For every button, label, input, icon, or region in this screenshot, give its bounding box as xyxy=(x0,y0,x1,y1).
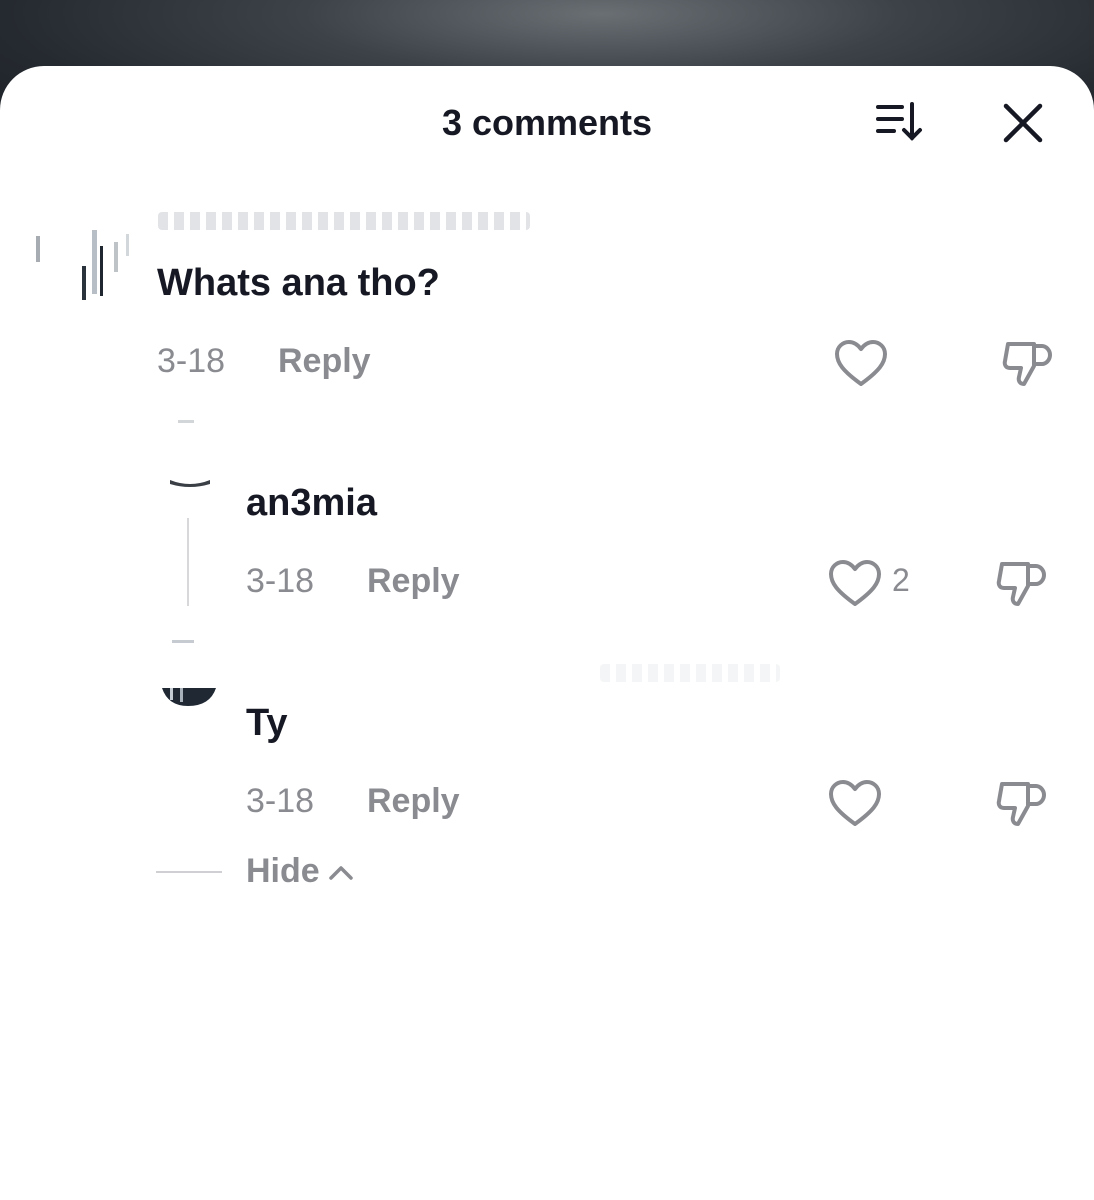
heart-icon xyxy=(829,560,881,606)
reply-button[interactable]: Reply xyxy=(367,782,460,821)
sort-descending-icon xyxy=(876,102,922,141)
comment-date: 3-18 xyxy=(246,562,315,600)
dislike-button[interactable] xyxy=(1000,338,1054,388)
comments-sheet: 3 comments Whats ana tho? 3-18 Reply an3… xyxy=(0,66,1094,1200)
comment-date: 3-18 xyxy=(246,782,315,820)
dislike-button[interactable] xyxy=(994,778,1048,828)
dislike-button[interactable] xyxy=(994,558,1048,608)
avatar[interactable] xyxy=(30,216,140,306)
hide-replies-button[interactable]: Hide xyxy=(246,852,354,891)
like-button[interactable] xyxy=(827,778,883,830)
heart-icon xyxy=(835,340,887,386)
thread-line xyxy=(187,518,189,606)
sort-button[interactable] xyxy=(872,100,928,144)
comments-count-title: 3 comments xyxy=(441,102,653,143)
like-count: 2 xyxy=(892,562,910,598)
reply-button[interactable]: Reply xyxy=(367,562,460,601)
comment-text: Whats ana tho? xyxy=(157,262,440,304)
thumbs-down-icon xyxy=(996,562,1046,606)
heart-icon xyxy=(829,780,881,826)
username-redacted xyxy=(158,212,530,230)
reply-button[interactable]: Reply xyxy=(278,342,371,381)
comment-text: Ty xyxy=(246,702,288,744)
close-button[interactable] xyxy=(998,98,1048,148)
avatar[interactable] xyxy=(160,416,220,488)
thumbs-down-icon xyxy=(1002,342,1052,386)
like-button[interactable] xyxy=(833,338,889,390)
close-icon xyxy=(1003,103,1043,143)
avatar[interactable] xyxy=(158,636,222,710)
comment-date: 3-18 xyxy=(157,342,226,380)
comment-text: an3mia xyxy=(246,482,377,524)
replies-divider xyxy=(156,871,222,873)
chevron-up-icon xyxy=(328,865,353,880)
username-redacted xyxy=(600,664,780,682)
like-button[interactable] xyxy=(827,558,883,610)
thumbs-down-icon xyxy=(996,782,1046,826)
hide-replies-label: Hide xyxy=(246,852,320,890)
